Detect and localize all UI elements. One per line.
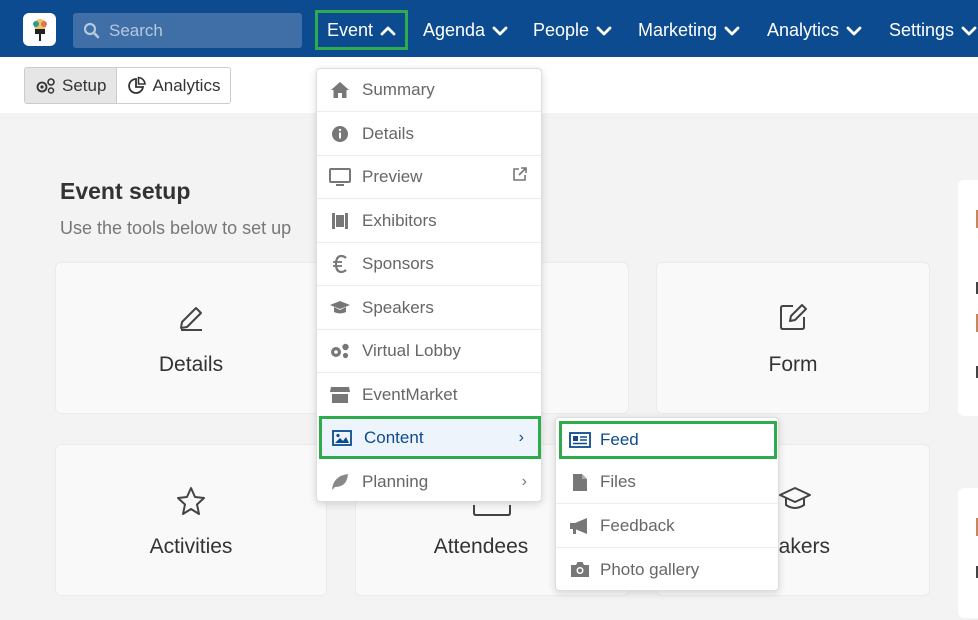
menu-item-exhibitors[interactable]: Exhibitors xyxy=(317,200,541,243)
app-logo[interactable] xyxy=(23,13,56,46)
right-side-panel xyxy=(958,180,978,416)
event-dropdown-menu: Summary Details Preview Exhibitors Spons… xyxy=(316,68,542,502)
nav-settings[interactable]: Settings xyxy=(889,10,977,50)
graduation-cap-icon xyxy=(778,485,812,518)
chevron-down-icon xyxy=(846,20,862,41)
nav-people[interactable]: People xyxy=(533,10,612,50)
store-icon xyxy=(329,386,351,404)
tab-analytics[interactable]: Analytics xyxy=(117,68,231,103)
camera-icon xyxy=(569,561,591,578)
menu-item-content-label: Content xyxy=(364,427,424,447)
gears-icon xyxy=(329,342,351,360)
tab-analytics-label: Analytics xyxy=(152,75,221,95)
search-input[interactable]: Search xyxy=(109,21,163,41)
view-tab-group: Setup Analytics xyxy=(24,67,232,104)
newspaper-icon xyxy=(569,432,591,448)
card-form-label: Form xyxy=(768,353,818,376)
menu-item-sponsors-label: Sponsors xyxy=(362,254,434,273)
content-submenu: Feed Files Feedback Photo gallery xyxy=(555,417,779,591)
submenu-item-feed-label: Feed xyxy=(600,430,639,449)
nav-event-label: Event xyxy=(327,19,374,40)
menu-item-speakers[interactable]: Speakers xyxy=(317,287,541,330)
nav-agenda-label: Agenda xyxy=(423,19,486,40)
submenu-item-feed[interactable]: Feed xyxy=(559,421,777,459)
gears-icon xyxy=(36,77,55,94)
card-details-label: Details xyxy=(158,353,224,376)
leaf-icon xyxy=(329,473,351,491)
menu-item-summary[interactable]: Summary xyxy=(317,69,541,112)
external-link-icon[interactable] xyxy=(512,167,527,187)
pie-chart-icon xyxy=(128,76,147,94)
chevron-down-icon xyxy=(596,20,612,41)
nav-settings-label: Settings xyxy=(889,19,955,40)
graduation-cap-icon xyxy=(329,300,351,316)
menu-item-planning[interactable]: Planning › xyxy=(317,460,541,503)
submenu-item-photo-gallery[interactable]: Photo gallery xyxy=(556,548,778,591)
menu-item-preview[interactable]: Preview xyxy=(317,156,541,199)
chevron-right-icon: › xyxy=(518,428,524,446)
menu-item-details-label: Details xyxy=(362,124,414,143)
nav-marketing[interactable]: Marketing xyxy=(638,10,740,50)
submenu-item-feedback[interactable]: Feedback xyxy=(556,505,778,548)
home-icon xyxy=(329,81,351,99)
menu-item-content[interactable]: Content › xyxy=(319,416,541,459)
info-circle-icon xyxy=(329,125,351,143)
megaphone-icon xyxy=(569,517,591,535)
submenu-item-files-label: Files xyxy=(600,472,636,491)
image-icon xyxy=(331,429,353,447)
right-side-panel-lower xyxy=(958,488,978,618)
submenu-item-feedback-label: Feedback xyxy=(600,516,675,535)
menu-item-planning-label: Planning xyxy=(362,471,429,491)
menu-item-virtual-lobby-label: Virtual Lobby xyxy=(362,341,461,360)
star-icon xyxy=(175,485,207,522)
menu-item-virtual-lobby[interactable]: Virtual Lobby xyxy=(317,330,541,373)
pencil-icon xyxy=(176,303,206,338)
chevron-down-icon xyxy=(724,20,740,41)
users-icon xyxy=(470,501,514,522)
nav-agenda[interactable]: Agenda xyxy=(423,10,508,50)
submenu-item-photo-gallery-label: Photo gallery xyxy=(600,559,700,579)
search-icon xyxy=(83,22,100,39)
card-activities[interactable]: Activities xyxy=(55,444,327,596)
edit-square-icon xyxy=(777,301,809,338)
menu-item-exhibitors-label: Exhibitors xyxy=(362,211,437,230)
euro-icon xyxy=(329,255,351,273)
menu-item-details[interactable]: Details xyxy=(317,113,541,156)
nav-people-label: People xyxy=(533,19,590,40)
chevron-right-icon: › xyxy=(521,472,527,490)
card-activities-label: Activities xyxy=(149,535,233,558)
tree-logo-icon xyxy=(32,18,47,41)
page-title: Event setup xyxy=(60,178,191,204)
nav-event[interactable]: Event xyxy=(315,10,409,50)
menu-item-eventmarket-label: EventMarket xyxy=(362,385,458,404)
top-navigation-bar: Search Event Agenda People Marketing Ana… xyxy=(0,0,978,57)
card-form[interactable]: Form xyxy=(656,262,930,414)
chevron-down-icon xyxy=(961,20,977,41)
menu-item-summary-label: Summary xyxy=(362,80,435,99)
nav-analytics[interactable]: Analytics xyxy=(767,10,862,50)
page-subtitle: Use the tools below to set up xyxy=(60,218,292,238)
tab-setup[interactable]: Setup xyxy=(25,68,118,103)
file-icon xyxy=(569,473,591,492)
menu-item-sponsors[interactable]: Sponsors xyxy=(317,243,541,286)
chevron-down-icon xyxy=(492,20,508,41)
chevron-up-icon xyxy=(380,20,396,41)
monitor-icon xyxy=(329,167,351,187)
card-details[interactable]: Details xyxy=(55,262,327,414)
nav-marketing-label: Marketing xyxy=(638,19,718,40)
booth-icon xyxy=(329,212,351,230)
search-box[interactable]: Search xyxy=(73,13,302,48)
nav-analytics-label: Analytics xyxy=(767,19,840,40)
submenu-item-files[interactable]: Files xyxy=(556,461,778,504)
menu-item-eventmarket[interactable]: EventMarket xyxy=(317,374,541,417)
tab-setup-label: Setup xyxy=(62,75,107,95)
menu-item-preview-label: Preview xyxy=(362,167,423,186)
menu-item-speakers-label: Speakers xyxy=(362,298,434,317)
